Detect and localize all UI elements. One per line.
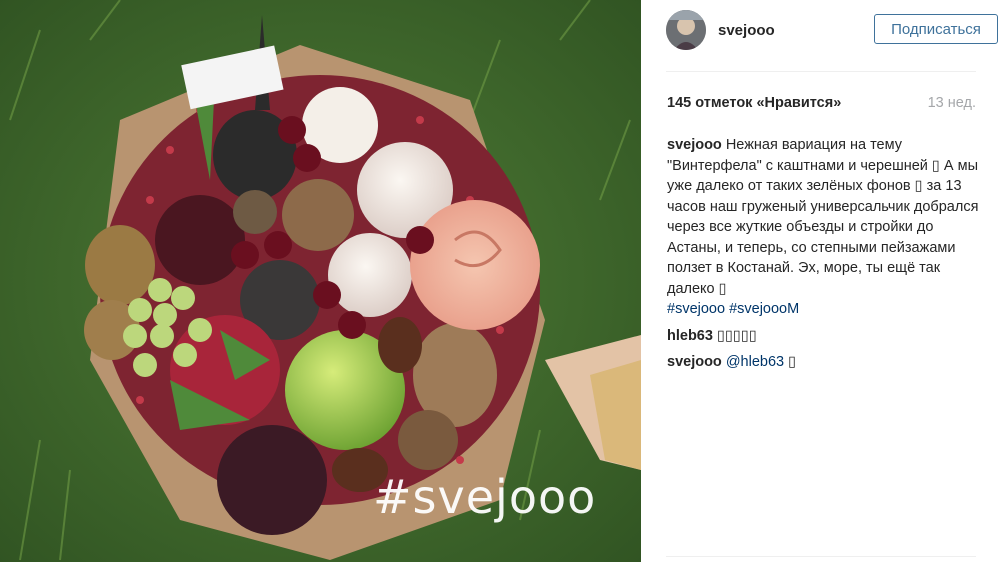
header-divider — [666, 71, 976, 72]
follow-button[interactable]: Подписаться — [874, 14, 998, 44]
hashtag-link[interactable]: #svejoooM — [729, 301, 799, 317]
emoji-glyph: ▯ — [718, 280, 727, 297]
comment: hleb63 ▯▯▯▯▯ — [667, 326, 979, 347]
comment-text: ▯▯▯▯▯ — [716, 327, 757, 344]
watermark-text: #svejooo — [373, 470, 597, 524]
post-photo[interactable]: #svejooo — [0, 0, 641, 562]
emoji-glyph: ▯ — [931, 157, 940, 174]
emoji-glyph: ▯ — [914, 178, 923, 194]
hashtag-link[interactable]: #svejooo — [667, 301, 725, 317]
comment-username[interactable]: svejooo — [667, 354, 722, 370]
footer-divider — [666, 556, 976, 557]
comment: svejooo @hleb63 ▯ — [667, 352, 979, 373]
caption-username[interactable]: svejooo — [667, 137, 722, 153]
likes-count[interactable]: 145 отметок «Нравится» — [667, 95, 841, 111]
comment-username[interactable]: hleb63 — [667, 328, 713, 344]
post-time[interactable]: 13 нед. — [928, 95, 976, 111]
post-side-panel: svejooo Подписаться 145 отметок «Нравитс… — [641, 0, 1000, 562]
comment-text: ▯ — [788, 354, 797, 370]
post-header: svejooo Подписаться — [666, 8, 998, 52]
avatar[interactable] — [666, 10, 706, 50]
mention-link[interactable]: @hleb63 — [726, 354, 784, 370]
comments-list: svejooo Нежная вариация на тему "Винтерф… — [667, 135, 979, 379]
caption-text-3: за 13 часов наш груженый универсальчик д… — [667, 178, 979, 297]
caption: svejooo Нежная вариация на тему "Винтерф… — [667, 135, 979, 320]
avatar-image — [666, 10, 706, 50]
username[interactable]: svejooo — [718, 22, 775, 39]
